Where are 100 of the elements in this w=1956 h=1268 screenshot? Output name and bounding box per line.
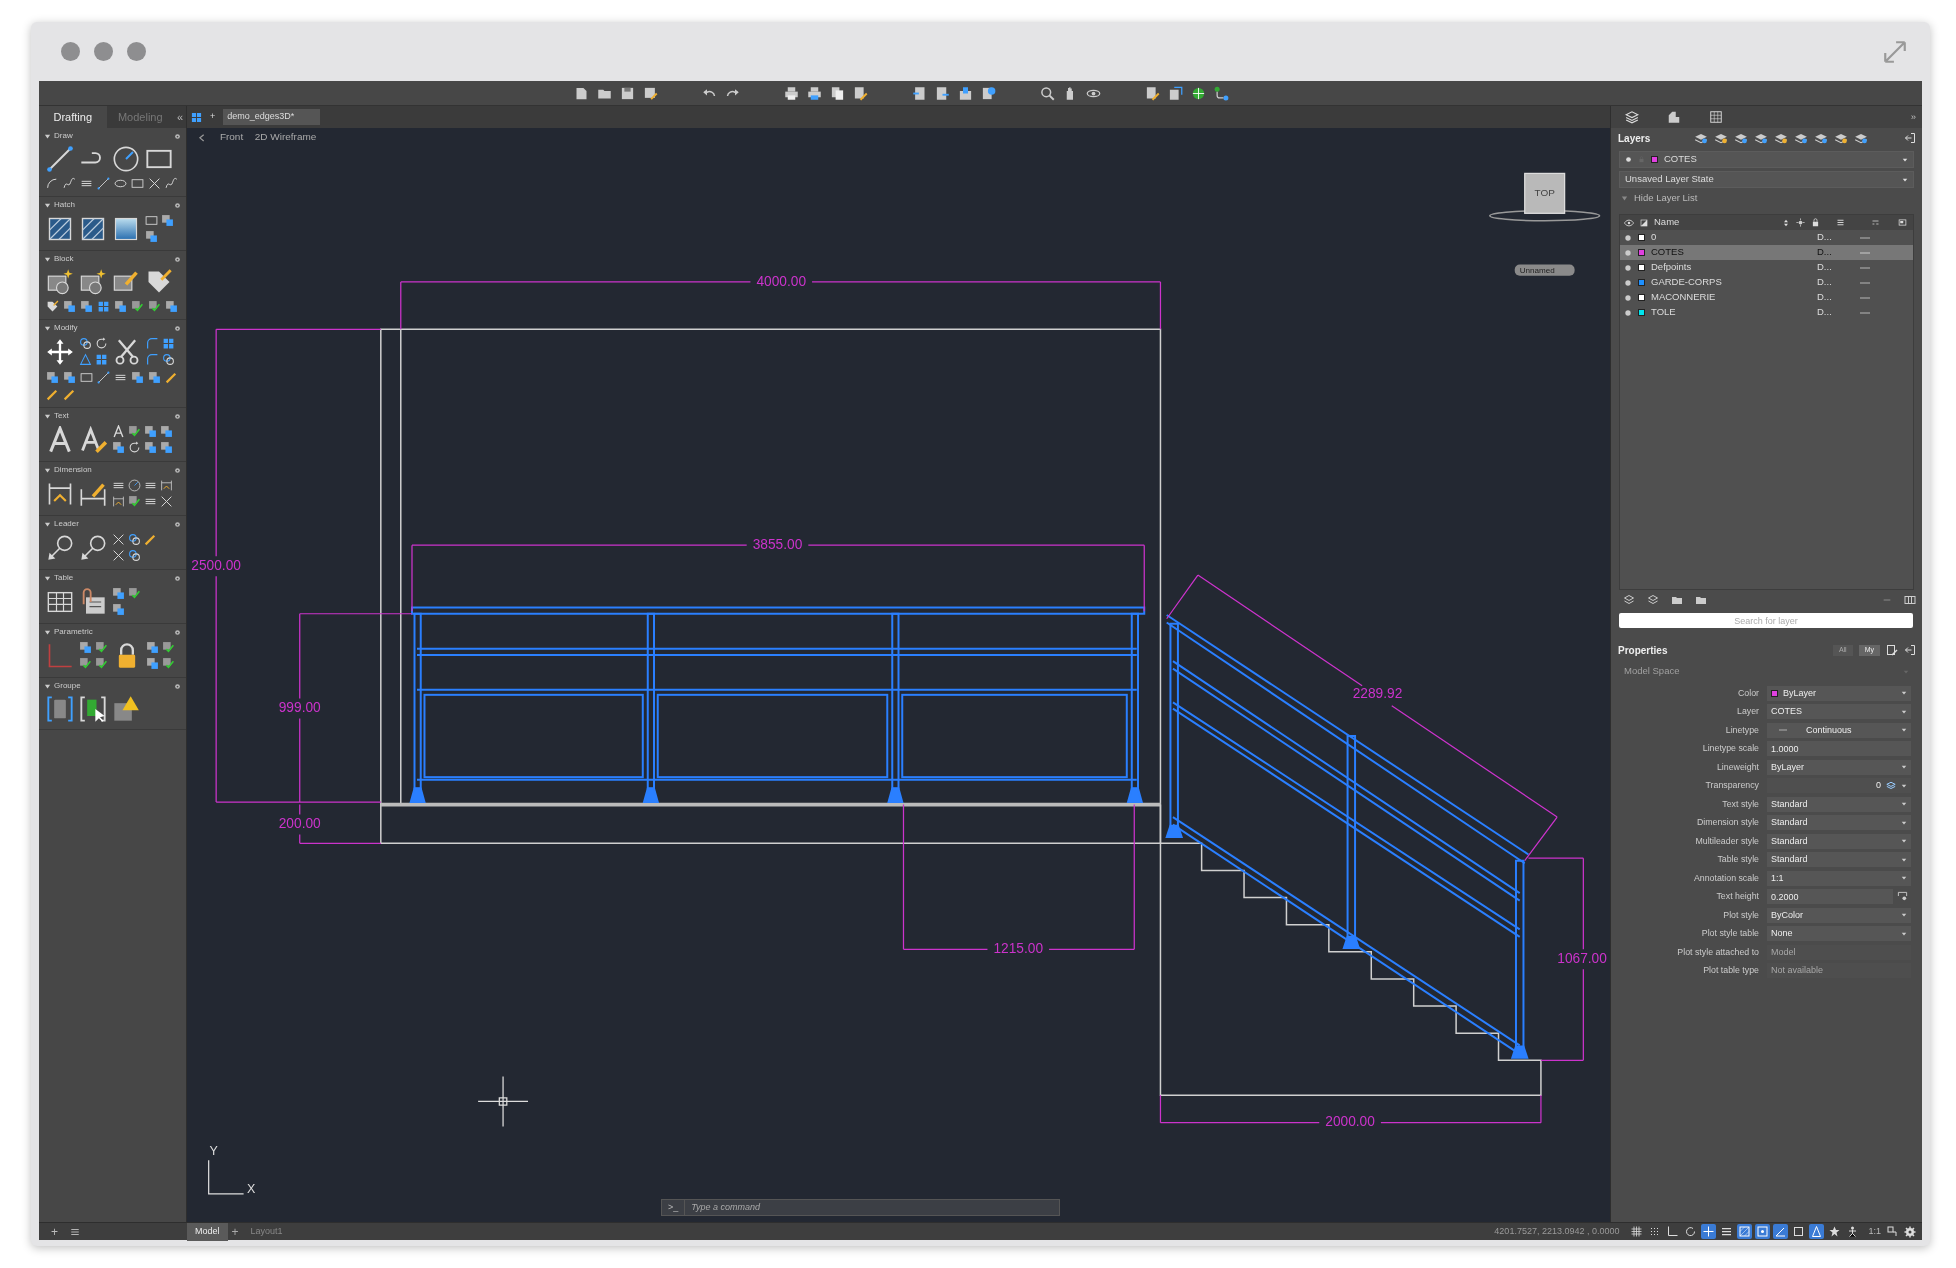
folder-icon[interactable] <box>1671 594 1683 606</box>
squares-grid-icon[interactable] <box>162 337 175 350</box>
leader-icon[interactable] <box>79 534 107 562</box>
gear-icon[interactable] <box>174 682 181 690</box>
pencil-icon[interactable] <box>63 388 76 401</box>
stacked-squares-icon[interactable] <box>148 371 161 384</box>
crossed-lines-icon[interactable] <box>112 549 125 562</box>
circles-icon[interactable] <box>128 549 141 562</box>
exit-panel-icon[interactable] <box>1904 132 1916 144</box>
squares-grid-icon[interactable] <box>95 353 108 366</box>
property-field[interactable]: 0.2000 <box>1767 889 1893 905</box>
lines-icon[interactable] <box>1836 218 1845 227</box>
stacked-squares-icon[interactable] <box>146 657 159 670</box>
plot-icon[interactable] <box>1898 218 1907 227</box>
tag-icon[interactable] <box>46 300 59 313</box>
pick-point-icon[interactable] <box>1897 891 1908 903</box>
window-button[interactable] <box>127 42 146 61</box>
property-dropdown[interactable]: ByColor <box>1767 907 1911 923</box>
window-button[interactable] <box>61 42 80 61</box>
layer-tool-icon[interactable] <box>1694 131 1709 145</box>
gear-icon[interactable] <box>174 628 181 636</box>
eye-icon[interactable] <box>1624 217 1634 228</box>
group-select-icon[interactable] <box>79 695 107 723</box>
circle-icon[interactable] <box>128 479 141 492</box>
pages-icon[interactable] <box>830 85 845 101</box>
rectangle-icon[interactable] <box>131 177 144 190</box>
expand-panel-button[interactable]: » <box>1910 109 1916 125</box>
list-icon[interactable] <box>70 1226 80 1237</box>
layout-tab[interactable]: Model <box>187 1222 228 1241</box>
caret-down-icon[interactable] <box>44 412 51 420</box>
property-dropdown[interactable]: Standard <box>1767 852 1911 868</box>
rotate-arrow-icon[interactable] <box>95 337 108 350</box>
rectangle-icon[interactable] <box>145 214 158 227</box>
visual-style-menu[interactable]: 2D Wireframe <box>254 131 317 143</box>
sheet-layers-icon[interactable] <box>1168 85 1183 101</box>
layer-state-dropdown[interactable]: Unsaved Layer State <box>1619 171 1914 188</box>
hatch-icon[interactable] <box>79 215 107 243</box>
layer-tool-icon[interactable] <box>1814 131 1829 145</box>
group-icon[interactable] <box>46 695 74 723</box>
check-mark-icon[interactable] <box>95 641 108 654</box>
layer-row[interactable]: COTES D... <box>1620 245 1913 260</box>
sun-icon[interactable] <box>1796 218 1805 227</box>
property-dropdown[interactable]: Standard <box>1767 815 1911 831</box>
stacked-squares-icon[interactable] <box>46 371 59 384</box>
hatch-icon[interactable] <box>46 215 74 243</box>
caret-down-icon[interactable] <box>44 628 51 636</box>
arc-icon[interactable] <box>46 177 59 190</box>
layer-row[interactable]: GARDE-CORPS D... <box>1620 275 1913 290</box>
stacked-squares-icon[interactable] <box>80 300 93 313</box>
stacked-squares-icon[interactable] <box>112 603 125 616</box>
stacked-squares-icon[interactable] <box>144 441 157 454</box>
caret-down-icon[interactable] <box>44 682 51 690</box>
caret-down-icon[interactable] <box>44 574 51 582</box>
layers-stack-icon[interactable] <box>1625 110 1639 124</box>
space-dropdown[interactable]: Model Space <box>1619 663 1914 680</box>
table-grid-icon[interactable] <box>1709 110 1723 124</box>
move-arrows-icon[interactable] <box>46 338 74 366</box>
document-icon[interactable] <box>574 85 589 101</box>
check-mark-icon[interactable] <box>128 425 141 438</box>
gradient-fill-icon[interactable] <box>112 215 140 243</box>
ucs-menu[interactable]: Unnamed <box>1514 264 1575 276</box>
file-tab[interactable]: demo_edges3D* <box>223 109 321 125</box>
layer-tool-icon[interactable] <box>1794 131 1809 145</box>
add-button[interactable]: + <box>51 1222 58 1241</box>
floppy-pencil-icon[interactable] <box>643 85 658 101</box>
stacked-squares-icon[interactable] <box>165 300 178 313</box>
pencil-icon[interactable] <box>165 371 178 384</box>
rotate-arrow-icon[interactable] <box>128 441 141 454</box>
connected-dots-icon[interactable] <box>1214 85 1229 101</box>
layer-row[interactable]: MACONNERIE D... <box>1620 290 1913 305</box>
triangle-icon[interactable] <box>79 353 92 366</box>
layer-row[interactable]: 0 D... <box>1620 230 1913 245</box>
transparency-field[interactable]: 0 <box>1767 778 1911 794</box>
square-dots-icon[interactable] <box>1755 1224 1771 1239</box>
check-mark-icon[interactable] <box>128 587 141 600</box>
layer-tool-icon[interactable] <box>1774 131 1789 145</box>
stacked-squares-icon[interactable] <box>160 441 173 454</box>
page-pencil-icon[interactable] <box>853 85 868 101</box>
caret-down-icon[interactable] <box>44 132 51 140</box>
pencil-icon[interactable] <box>46 388 59 401</box>
layer-tool-icon[interactable] <box>1714 131 1729 145</box>
property-field[interactable]: 1.0000 <box>1767 741 1911 757</box>
stacked-squares-icon[interactable] <box>63 300 76 313</box>
exit-panel-icon[interactable] <box>1904 644 1916 656</box>
check-mark-icon[interactable] <box>128 495 141 508</box>
new-layer-icon[interactable] <box>1623 594 1635 606</box>
check-mark-icon[interactable] <box>95 657 108 670</box>
layers-stack-icon[interactable] <box>1886 780 1896 791</box>
property-dropdown[interactable]: ByLayer <box>1767 685 1911 701</box>
check-mark-icon[interactable] <box>79 657 92 670</box>
letter-a-icon[interactable] <box>112 425 125 438</box>
stacked-squares-icon[interactable] <box>160 425 173 438</box>
crossed-lines-icon[interactable] <box>148 177 161 190</box>
layer-tool-icon[interactable] <box>1854 131 1869 145</box>
layer-row[interactable]: Defpoints D... <box>1620 260 1913 275</box>
caret-down-icon[interactable] <box>44 324 51 332</box>
annotation-scale-menu[interactable]: 1:1 <box>1868 1224 1881 1239</box>
sheet-pencil-icon[interactable] <box>1145 85 1160 101</box>
stacked-squares-icon[interactable] <box>144 425 157 438</box>
property-dropdown[interactable]: None <box>1767 926 1911 942</box>
